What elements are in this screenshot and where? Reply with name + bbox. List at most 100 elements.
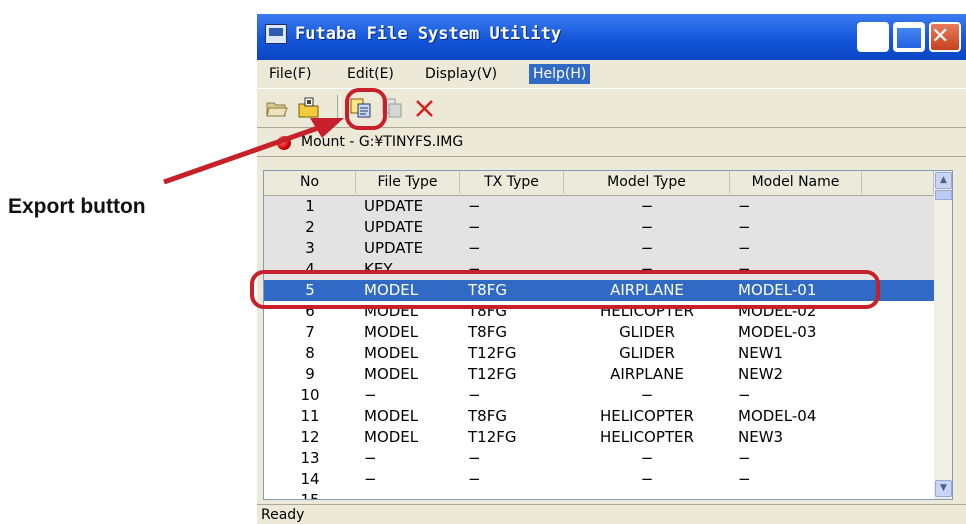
mount-path: Mount - G:¥TINYFS.IMG [301,134,464,150]
menu-edit[interactable]: Edit(E) [343,64,398,84]
scroll-up-button[interactable]: ▲ [935,172,952,189]
cell-model-name [738,490,862,499]
table-row[interactable]: 11 MODEL T8FG HELICOPTER MODEL-04 [264,406,934,427]
column-header-model-name[interactable]: Model Name [730,171,862,194]
column-header-tx-type[interactable]: TX Type [460,171,564,194]
cell-no: 6 [305,302,315,320]
cell-no: 15 [300,491,320,500]
cell-model-name: − [738,218,751,236]
cell-no: 2 [305,218,315,236]
file-list[interactable]: No File Type TX Type Model Type Model Na… [263,170,953,500]
column-header-no[interactable]: No [264,171,356,194]
table-row[interactable]: 9 MODEL T12FG AIRPLANE NEW2 [264,364,934,385]
export-icon [350,98,371,118]
delete-button[interactable] [413,97,437,119]
open-folder-icon [266,102,288,117]
table-row[interactable]: 12 MODEL T12FG HELICOPTER NEW3 [264,427,934,448]
cell-file-type: MODEL [364,365,419,383]
close-icon: ✕ [931,24,950,49]
table-row[interactable]: 15 [264,490,934,500]
table-row[interactable]: 6 MODEL T8FG HELICOPTER MODEL-02 [264,301,934,322]
menu-bar: File(F) Edit(E) Display(V) Help(H) [257,60,966,88]
cell-file-type: UPDATE [364,239,424,257]
annotation-label: Export button [8,195,146,218]
cell-tx-type: T12FG [468,344,517,362]
cell-model-name: MODEL-01 [738,281,817,299]
cell-model-name: − [738,197,751,215]
table-row[interactable]: 3 UPDATE − − − [264,238,934,259]
mount-icon [298,97,319,118]
minimize-icon [859,24,887,50]
cell-model-name: − [738,260,751,278]
cell-tx-type: T8FG [468,407,507,425]
maximize-button[interactable] [893,22,925,52]
cell-model-type: − [640,470,654,488]
cell-model-type: − [640,449,654,467]
cell-model-name: NEW2 [738,365,784,383]
cell-no: 7 [305,323,315,341]
import-button[interactable] [381,97,405,119]
cell-no: 11 [300,407,320,425]
cell-no: 9 [305,365,315,383]
cell-model-type: − [640,197,654,215]
cell-file-type: UPDATE [364,218,424,236]
open-folder-button[interactable] [265,97,289,119]
export-button[interactable] [349,97,373,119]
cell-file-type: KEY [364,260,393,278]
cell-file-type: − [364,470,377,488]
cell-model-name: NEW1 [738,344,784,362]
table-row[interactable]: 2 UPDATE − − − [264,217,934,238]
cell-file-type: MODEL [364,428,419,446]
close-button[interactable]: ✕ [929,22,961,52]
table-row[interactable]: 5 MODEL T8FG AIRPLANE MODEL-01 [264,280,934,301]
minimize-button[interactable] [857,22,889,52]
table-row[interactable]: 1 UPDATE − − − [264,196,934,217]
cell-tx-type: T8FG [468,323,507,341]
cell-file-type: − [364,386,377,404]
title-bar[interactable]: Futaba File System Utility ✕ [257,14,966,60]
cell-model-name: MODEL-03 [738,323,817,341]
cell-model-type: − [640,239,654,257]
list-header: No File Type TX Type Model Type Model Na… [264,171,952,196]
scroll-thumb[interactable] [935,190,952,200]
cell-tx-type: − [468,386,481,404]
table-row[interactable]: 4 KEY − − − [264,259,934,280]
menu-file[interactable]: File(F) [265,64,315,84]
cell-no: 5 [305,281,315,299]
cell-no: 13 [300,449,320,467]
cell-file-type: MODEL [364,344,419,362]
cell-model-type: − [640,218,654,236]
mount-button[interactable] [297,97,321,119]
cell-tx-type: T8FG [468,281,507,299]
cell-no: 4 [305,260,315,278]
table-row[interactable]: 7 MODEL T8FG GLIDER MODEL-03 [264,322,934,343]
vertical-scrollbar[interactable]: ▲ ▼ [934,171,952,499]
cell-no: 1 [305,197,315,215]
delete-icon [416,100,433,117]
table-row[interactable]: 13 − − − − [264,448,934,469]
column-header-file-type[interactable]: File Type [356,171,460,194]
toolbar [257,88,966,128]
cell-file-type: UPDATE [364,197,424,215]
import-icon [382,98,402,118]
cell-model-name: − [738,449,751,467]
cell-tx-type: − [468,449,481,467]
window-title: Futaba File System Utility [295,24,562,44]
mount-status-icon [277,136,291,150]
column-header-model-type[interactable]: Model Type [564,171,730,194]
menu-display[interactable]: Display(V) [421,64,501,84]
scroll-down-button[interactable]: ▼ [935,480,952,497]
column-header-filler [862,171,934,194]
cell-no: 3 [305,239,315,257]
status-text: Ready [261,507,305,523]
menu-help[interactable]: Help(H) [529,64,591,84]
cell-no: 14 [300,470,320,488]
cell-tx-type: − [468,470,481,488]
table-row[interactable]: 10 − − − − [264,385,934,406]
table-row[interactable]: 14 − − − − [264,469,934,490]
cell-tx-type [468,490,564,499]
table-row[interactable]: 8 MODEL T12FG GLIDER NEW1 [264,343,934,364]
cell-no: 10 [300,386,320,404]
cell-model-name: − [738,386,751,404]
maximize-icon [895,24,923,50]
